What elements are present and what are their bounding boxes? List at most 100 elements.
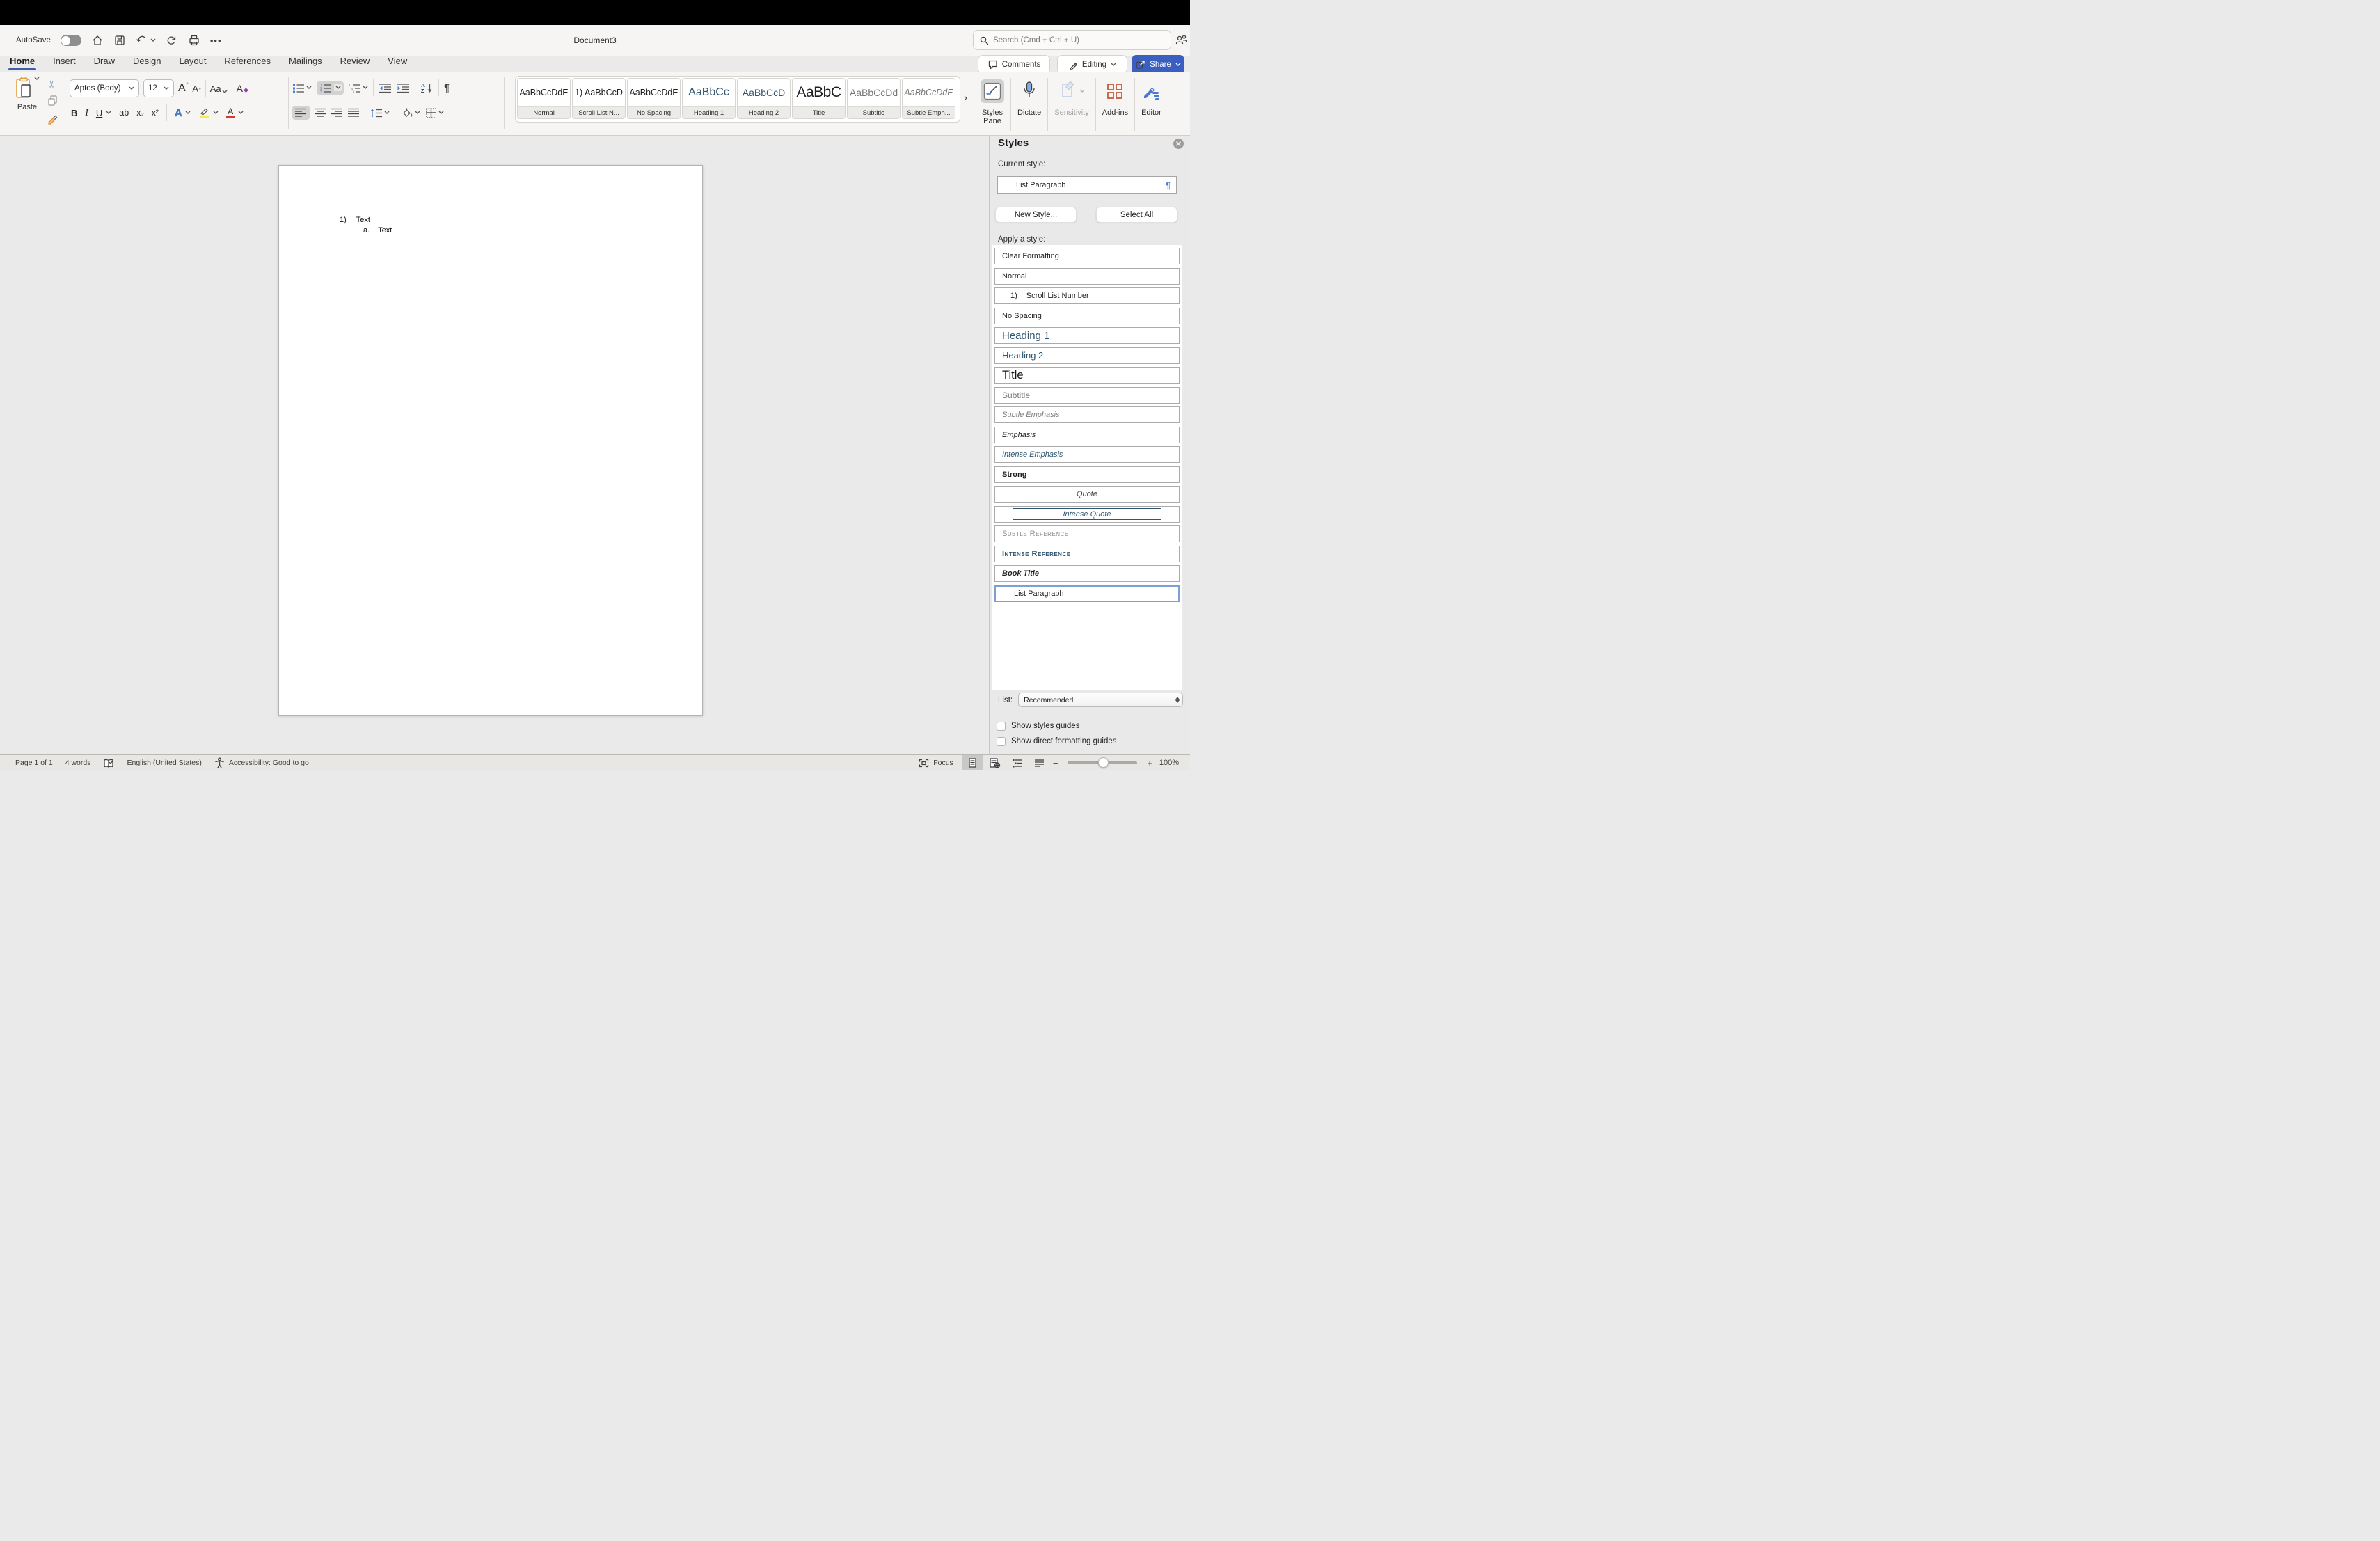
gallery-style-no-spacing[interactable]: AaBbCcDdE No Spacing bbox=[627, 78, 681, 119]
show-direct-formatting-checkbox[interactable] bbox=[997, 737, 1006, 746]
gallery-style-normal[interactable]: AaBbCcDdE Normal bbox=[517, 78, 571, 119]
grow-font-button[interactable]: Aˆ bbox=[178, 82, 188, 95]
show-styles-guides-checkbox[interactable] bbox=[997, 722, 1006, 731]
home-button[interactable] bbox=[91, 34, 104, 47]
search-field[interactable] bbox=[973, 30, 1171, 50]
underline-button[interactable]: U bbox=[96, 108, 102, 118]
borders-button[interactable] bbox=[425, 107, 444, 118]
document-list-line-1[interactable]: 1) Text bbox=[340, 216, 370, 224]
style-item-intense-quote[interactable]: Intense Quote bbox=[994, 506, 1180, 523]
style-item-normal[interactable]: Normal bbox=[994, 268, 1180, 285]
tab-layout[interactable]: Layout bbox=[179, 56, 206, 69]
highlight-chevron[interactable] bbox=[213, 111, 219, 115]
format-painter-button[interactable] bbox=[46, 112, 58, 125]
numbering-button-active[interactable]: 123 bbox=[317, 81, 344, 95]
more-commands-button[interactable]: ••• bbox=[210, 35, 222, 46]
outline-view-button[interactable] bbox=[1006, 755, 1029, 770]
highlight-button[interactable] bbox=[198, 106, 210, 119]
underline-chevron[interactable] bbox=[106, 111, 111, 115]
tab-draw[interactable]: Draw bbox=[94, 56, 115, 69]
gallery-style-subtitle[interactable]: AaBbCcDd Subtitle bbox=[847, 78, 901, 119]
gallery-style-subtle-emphasis[interactable]: AaBbCcDdE Subtle Emph... bbox=[902, 78, 955, 119]
increase-indent-button[interactable] bbox=[397, 83, 410, 93]
accessibility-status[interactable]: Accessibility: Good to go bbox=[214, 757, 309, 768]
tab-review[interactable]: Review bbox=[340, 56, 370, 69]
gallery-style-heading-2[interactable]: AaBbCcD Heading 2 bbox=[737, 78, 791, 119]
style-item-quote[interactable]: Quote bbox=[994, 486, 1180, 503]
multilevel-list-button[interactable]: 1ai bbox=[349, 83, 368, 93]
clear-formatting-button[interactable]: A◆ bbox=[237, 83, 248, 94]
list-filter-dropdown[interactable]: Recommended bbox=[1018, 693, 1183, 707]
shading-chevron[interactable] bbox=[415, 111, 420, 115]
decrease-indent-button[interactable] bbox=[379, 83, 392, 93]
save-button[interactable] bbox=[113, 34, 126, 47]
style-item-intense-emphasis[interactable]: Intense Emphasis bbox=[994, 446, 1180, 463]
zoom-slider[interactable] bbox=[1068, 761, 1137, 764]
draft-view-button[interactable] bbox=[1029, 755, 1050, 770]
page-count-status[interactable]: Page 1 of 1 bbox=[15, 759, 53, 767]
tab-home[interactable]: Home bbox=[10, 56, 35, 69]
style-item-emphasis[interactable]: Emphasis bbox=[994, 427, 1180, 443]
font-color-button[interactable]: A bbox=[226, 108, 235, 118]
style-item-heading-2[interactable]: Heading 2 bbox=[994, 347, 1180, 364]
editor-button[interactable]: Editor bbox=[1135, 75, 1168, 117]
tab-references[interactable]: References bbox=[225, 56, 271, 69]
style-item-subtle-reference[interactable]: Subtle Reference bbox=[994, 525, 1180, 542]
editing-mode-button[interactable]: Editing bbox=[1057, 55, 1127, 74]
numbering-chevron[interactable] bbox=[335, 86, 341, 90]
comments-button[interactable]: Comments bbox=[978, 55, 1050, 74]
language-status[interactable]: English (United States) bbox=[127, 759, 201, 767]
font-size-combo[interactable]: 12 bbox=[143, 79, 174, 97]
style-item-scroll-list-number[interactable]: 1) Scroll List Number bbox=[994, 287, 1180, 304]
bullets-button[interactable] bbox=[292, 83, 312, 93]
dictate-button[interactable]: Dictate bbox=[1011, 75, 1047, 117]
text-effects-button[interactable]: A bbox=[175, 107, 182, 119]
zoom-percentage[interactable]: 100% bbox=[1155, 759, 1190, 767]
style-item-heading-1[interactable]: Heading 1 bbox=[994, 327, 1180, 344]
shrink-font-button[interactable]: Aˆ bbox=[192, 84, 200, 94]
show-paragraph-marks-button[interactable]: ¶ bbox=[444, 82, 450, 94]
strikethrough-button[interactable]: ab bbox=[119, 108, 129, 118]
styles-pane-close-button[interactable] bbox=[1173, 139, 1184, 149]
web-layout-view-button[interactable] bbox=[983, 755, 1006, 770]
new-style-button[interactable]: New Style... bbox=[995, 207, 1077, 223]
style-item-intense-reference[interactable]: Intense Reference bbox=[994, 546, 1180, 562]
multilevel-chevron[interactable] bbox=[363, 86, 368, 90]
style-item-subtitle[interactable]: Subtitle bbox=[994, 387, 1180, 404]
align-right-button[interactable] bbox=[331, 108, 343, 118]
document-canvas[interactable]: 1) Text a. Text bbox=[0, 136, 989, 754]
tab-view[interactable]: View bbox=[388, 56, 407, 69]
select-all-button[interactable]: Select All bbox=[1096, 207, 1177, 223]
presence-people-button[interactable] bbox=[1175, 33, 1189, 46]
proofing-status-icon[interactable] bbox=[103, 758, 114, 768]
align-center-button[interactable] bbox=[315, 108, 326, 118]
print-button[interactable] bbox=[188, 34, 200, 47]
gallery-style-title[interactable]: AaBbC Title bbox=[792, 78, 846, 119]
line-spacing-button[interactable] bbox=[370, 108, 390, 118]
font-color-chevron[interactable] bbox=[238, 111, 244, 115]
style-item-clear-formatting[interactable]: Clear Formatting bbox=[994, 248, 1180, 264]
gallery-style-scroll-list-number[interactable]: 1) AaBbCcD Scroll List N... bbox=[572, 78, 626, 119]
undo-button[interactable] bbox=[136, 34, 156, 47]
font-name-combo[interactable]: Aptos (Body) bbox=[70, 79, 139, 97]
print-layout-view-button[interactable] bbox=[962, 755, 983, 770]
tab-mailings[interactable]: Mailings bbox=[289, 56, 322, 69]
zoom-slider-knob[interactable] bbox=[1098, 757, 1109, 768]
tab-insert[interactable]: Insert bbox=[53, 56, 76, 69]
addins-button[interactable]: Add-ins bbox=[1096, 75, 1134, 117]
align-left-button-active[interactable] bbox=[292, 106, 310, 120]
style-item-no-spacing[interactable]: No Spacing bbox=[994, 308, 1180, 324]
text-effects-chevron[interactable] bbox=[185, 111, 191, 115]
bullets-chevron[interactable] bbox=[306, 86, 312, 90]
bold-button[interactable]: B bbox=[71, 108, 77, 118]
paste-dropdown-chevron[interactable] bbox=[34, 77, 40, 81]
document-list-line-2[interactable]: a. Text bbox=[363, 226, 392, 235]
redo-button[interactable] bbox=[166, 34, 178, 47]
superscript-button[interactable]: x² bbox=[152, 108, 159, 118]
italic-button[interactable]: I bbox=[85, 107, 88, 118]
change-case-button[interactable]: Aa bbox=[210, 84, 228, 94]
tab-design[interactable]: Design bbox=[133, 56, 161, 69]
gallery-style-heading-1[interactable]: AaBbCc Heading 1 bbox=[682, 78, 736, 119]
sort-button[interactable]: AZ bbox=[420, 82, 434, 93]
borders-chevron[interactable] bbox=[438, 111, 444, 115]
